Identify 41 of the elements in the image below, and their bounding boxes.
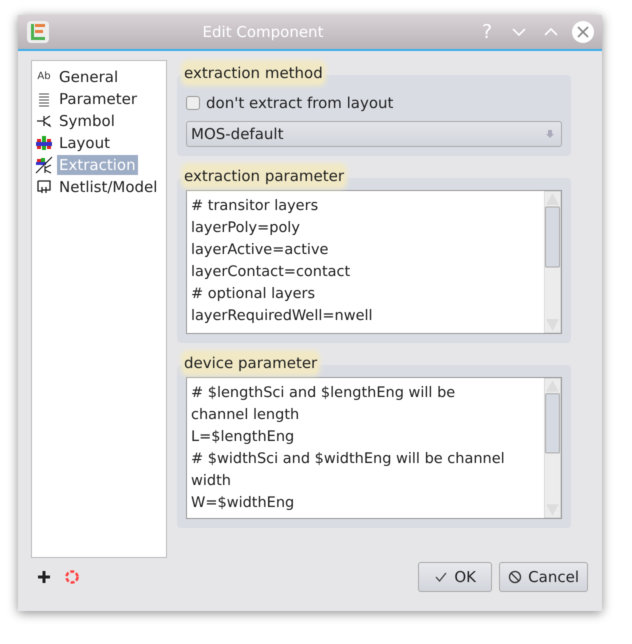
text-line: W=$widthEng	[191, 494, 296, 513]
checkbox[interactable]	[186, 96, 200, 110]
group-title: device parameter	[184, 353, 318, 373]
sidebar-item[interactable]: Parameter	[57, 89, 140, 109]
app-logo-icon	[26, 20, 50, 44]
text-line: # $widthSci and $widthEng will be channel	[191, 450, 506, 469]
scrollbar[interactable]	[544, 378, 561, 518]
text-line: # optional layers	[191, 285, 316, 304]
scrollbar[interactable]	[544, 191, 561, 333]
text-line: # $lengthSci and $lengthEng will be	[191, 384, 456, 403]
checkbox-label: don't extract from layout	[206, 94, 394, 112]
text-line: L=$lengthEng	[191, 428, 296, 447]
check-icon	[434, 570, 448, 584]
group-title: extraction method	[184, 63, 323, 83]
cancel-icon	[508, 570, 522, 584]
ok-button[interactable]: OK	[418, 562, 492, 592]
sidebar-item[interactable]: Netlist/Model	[57, 177, 160, 197]
text-style-icon: Ab	[35, 68, 53, 86]
text-line: layerContact=contact	[191, 263, 352, 282]
text-area[interactable]: # transitor layers layerPoly=poly layerActive=active layerContact=contact # optional layers layerRequiredWell=nwell	[186, 190, 562, 334]
plus-icon[interactable]	[36, 569, 52, 585]
sidebar-item[interactable]: General	[57, 67, 120, 87]
lifebuoy-icon[interactable]	[64, 569, 80, 585]
text-area[interactable]: # $lengthSci and $lengthEng will be channel length L=$lengthEng # $widthSci and $widthEng will be channel width W=$widthEng	[186, 377, 562, 519]
sidebar-item[interactable]: Layout	[57, 133, 112, 153]
netlist-icon	[35, 178, 53, 196]
text-line: # transitor layers	[191, 197, 320, 216]
cancel-button[interactable]: Cancel	[499, 562, 588, 592]
extraction-icon	[35, 156, 53, 174]
text-line: channel length	[191, 406, 300, 425]
dropdown[interactable]: MOS-default	[186, 121, 562, 147]
text-line: layerActive=active	[191, 241, 330, 260]
close-icon[interactable]	[572, 21, 594, 43]
group-title: extraction parameter	[184, 166, 344, 186]
text-line: layerPoly=poly	[191, 219, 301, 238]
text-line: layerRequiredWell=nwell	[191, 307, 374, 326]
window-title: Edit Component	[202, 23, 324, 41]
text-line: width	[191, 472, 232, 491]
sidebar-item[interactable]: Symbol	[57, 111, 117, 131]
dropdown-arrow-icon	[545, 129, 555, 139]
layout-icon	[35, 134, 53, 152]
